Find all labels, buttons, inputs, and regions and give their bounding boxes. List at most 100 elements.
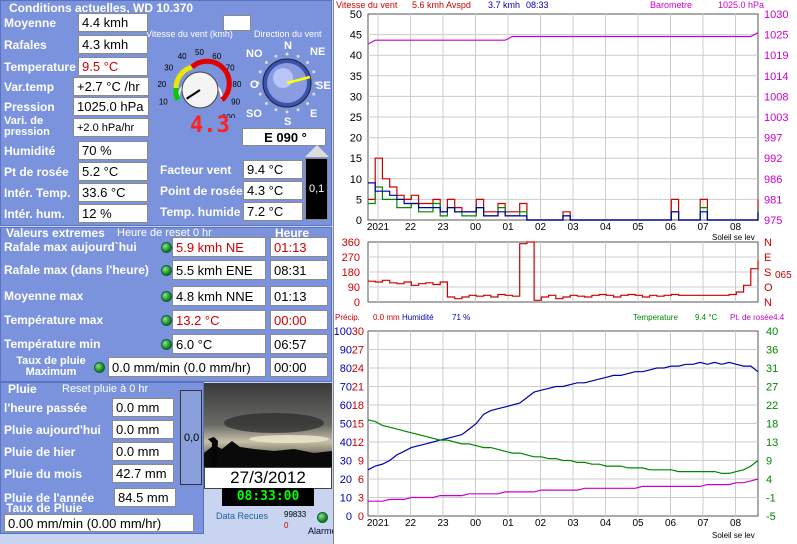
extremes-value-4: 6.0 °C (172, 334, 266, 354)
wind-chart-yleft-tick-5: 25 (350, 112, 362, 124)
temp-chart-yleft2-tick-3: 9 (358, 456, 364, 468)
extremes-led-1 (161, 265, 172, 276)
wind-chart-yright-tick-7: 1014 (764, 71, 788, 83)
data-received-count: 99833 (284, 510, 307, 519)
extremes-time-0: 01:13 (270, 237, 328, 257)
rain-gauge-value: 0,0 (184, 432, 200, 444)
compass-dot (264, 60, 268, 64)
temp-chart-yleft-tick-9: 90 (340, 345, 352, 357)
wind-chart-yleft-tick-10: 50 (350, 9, 362, 21)
compass-dot (296, 54, 300, 58)
direction-chart-yright-tick-1: O (764, 282, 773, 294)
compass-dot (312, 70, 316, 74)
compass-S: S (284, 116, 291, 127)
alarm-led[interactable] (317, 512, 328, 523)
rain-label-4: Pluie de l'année (4, 491, 95, 505)
wind-chart-yleft-tick-0: 0 (356, 215, 362, 227)
compass-dot (258, 92, 262, 96)
temp-chart-yright-tick-8: 31 (766, 363, 778, 375)
wind-chart-yleft-tick-2: 10 (350, 174, 362, 186)
extremes-value-2: 4.8 kmh NNE (172, 286, 266, 306)
wind-chart-avg: 3.7 kmh (488, 0, 520, 10)
temp-chart-top-label-5: 9.4 °C (695, 313, 718, 322)
current-label-6: Humidité (4, 144, 56, 158)
temp-chart-xtick-1: 22 (405, 518, 417, 529)
temp-chart-yright-tick-6: 22 (766, 400, 778, 412)
rain-value-0: 0.0 mm (112, 398, 174, 417)
temp-chart-yleft-tick-4: 40 (340, 437, 352, 449)
current-right-value-1: 4.3 °C (243, 181, 303, 200)
temp-chart-xtick-5: 02 (535, 518, 547, 529)
current-value-1: 4.3 kmh (78, 35, 148, 54)
extremes-label-2: Moyenne max (4, 289, 84, 303)
data-received-zero: 0 (284, 521, 289, 530)
extremes-time-1: 08:31 (270, 260, 328, 280)
compass-dot (258, 70, 262, 74)
direction-chart-yleft-tick-2: 180 (342, 267, 360, 279)
extremes-led-2 (161, 291, 172, 302)
wind-gauge-tick-90: 90 (231, 98, 240, 107)
wind-chart-xtick-8: 05 (632, 222, 644, 233)
temp-chart-top-label-6: Pt. de rosée4.4 (730, 313, 785, 322)
wind-chart-xtick-1: 22 (405, 222, 417, 233)
wind-chart-xtick-11: 08 (730, 222, 742, 233)
compass-dot (274, 54, 278, 58)
wind-chart-title: Vitesse du vent (336, 0, 398, 10)
rain-value-2: 0.0 mm (112, 442, 174, 461)
temp-chart-yleft2-tick-9: 27 (352, 345, 364, 357)
baro-chart-value: 1025.0 hPa (718, 0, 764, 10)
direction-chart-yleft-tick-4: 360 (342, 237, 360, 249)
temp-chart-xtick-8: 05 (632, 518, 644, 529)
extremes-led-4 (161, 339, 172, 350)
temp-chart-yleft2-tick-2: 6 (358, 474, 364, 486)
direction-chart-right-value: 065 (775, 270, 792, 281)
temp-chart-xtick-4: 01 (502, 518, 514, 529)
temp-chart-yleft-tick-7: 70 (340, 382, 352, 394)
rain-label-3: Pluie du mois (4, 467, 83, 481)
compass-N: N (284, 40, 292, 52)
compass-NO: NO (246, 48, 263, 60)
extremes-rain-max-led (94, 362, 105, 373)
temp-chart-yright-tick-3: 9 (766, 456, 772, 468)
wind-chart-xtick-4: 01 (502, 222, 514, 233)
wind-chart-yright-tick-8: 1019 (764, 50, 788, 62)
compass-dot (312, 92, 316, 96)
temp-chart-xtick-11: 08 (730, 518, 742, 529)
wind-chart-yleft-tick-8: 40 (350, 50, 362, 62)
extremes-time-3: 00:00 (270, 310, 328, 330)
temp-chart-yright-tick-0: -5 (766, 511, 776, 523)
wind-chart-xtick-7: 04 (600, 222, 612, 233)
compass-O: O (250, 79, 259, 91)
wind-chart-xtick-5: 02 (535, 222, 547, 233)
current-value-5: +2.0 hPa/hr (73, 118, 149, 137)
rain-value-1: 0.0 mm (112, 420, 174, 439)
rain-title: Pluie (8, 382, 37, 396)
wind-chart-time: 08:33 (526, 0, 549, 10)
extremes-led-3 (161, 315, 172, 326)
compass-NE: NE (310, 46, 325, 58)
extremes-label-0: Rafale max aujourd`hui (4, 240, 137, 254)
temp-chart-top-label-3: 71 % (452, 313, 470, 322)
wind-chart-xtick-9: 06 (665, 222, 677, 233)
temp-chart-yright-tick-10: 40 (766, 326, 778, 338)
wind-chart-yright-tick-5: 1003 (764, 112, 788, 124)
temp-chart-yleft2-tick-6: 18 (352, 400, 364, 412)
current-right-label-2: Temp. humide (160, 205, 241, 219)
compass-dot (285, 52, 289, 56)
temp-chart-top-label-1: 0.0 mm (373, 313, 400, 322)
wind-chart-xtick-3: 00 (470, 222, 482, 233)
temp-chart-yleft-tick-5: 50 (340, 419, 352, 431)
compass-dot (306, 102, 310, 106)
temp-chart-yright-tick-5: 18 (766, 419, 778, 431)
temp-chart-xtick-9: 06 (665, 518, 677, 529)
temp-chart-yleft2-tick-8: 24 (352, 363, 364, 375)
webcam-image (204, 383, 332, 467)
small-rain-gauge-cap (305, 145, 329, 157)
wind-chart-xtick-6: 03 (567, 222, 579, 233)
rain-label-2: Pluie de hier (4, 445, 76, 459)
temp-chart-top-label-2: Humidité (402, 313, 434, 322)
wind-chart-yleft-tick-6: 30 (350, 91, 362, 103)
wind-chart-xtick-0: 2021 (367, 222, 390, 233)
temp-chart-yright-tick-1: -1 (766, 493, 776, 505)
wind-chart-yright-tick-10: 1030 (764, 9, 788, 21)
